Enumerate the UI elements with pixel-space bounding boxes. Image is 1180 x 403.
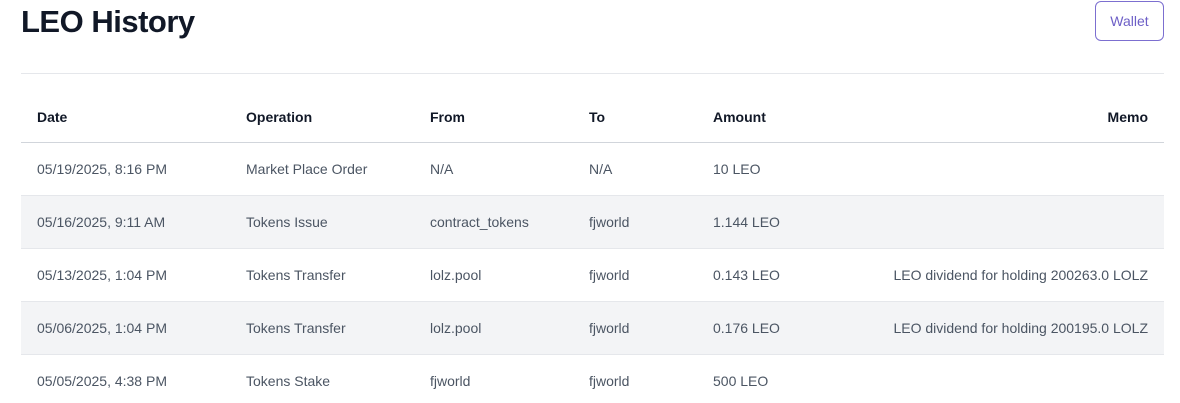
table-row[interactable]: 05/19/2025, 8:16 PM Market Place Order N… [21,142,1164,196]
table-row[interactable]: 05/05/2025, 4:38 PM Tokens Stake fjworld… [21,354,1164,403]
page-title: LEO History [21,4,195,39]
table-row[interactable]: 05/06/2025, 1:04 PM Tokens Transfer lolz… [21,301,1164,355]
cell-amount: 0.176 LEO [697,301,857,355]
cell-memo [857,142,1164,196]
cell-operation: Tokens Issue [230,195,414,249]
table-row[interactable]: 05/13/2025, 1:04 PM Tokens Transfer lolz… [21,248,1164,302]
cell-operation: Tokens Transfer [230,248,414,302]
cell-operation: Tokens Transfer [230,301,414,355]
cell-memo: LEO dividend for holding 200263.0 LOLZ [857,248,1164,302]
cell-memo: LEO dividend for holding 200195.0 LOLZ [857,301,1164,355]
cell-memo [857,354,1164,403]
cell-to: N/A [573,142,697,196]
cell-to: fjworld [573,354,697,403]
column-header-to[interactable]: To [573,92,697,143]
table-row[interactable]: 05/16/2025, 9:11 AM Tokens Issue contrac… [21,195,1164,249]
cell-operation: Tokens Stake [230,354,414,403]
table-header-row: Date Operation From To Amount Memo [21,92,1164,143]
cell-date: 05/05/2025, 4:38 PM [21,354,230,403]
cell-from: lolz.pool [414,301,573,355]
leo-history-page: LEO History Wallet Date Operation From T… [0,0,1180,403]
column-header-operation[interactable]: Operation [230,92,414,143]
cell-from: contract_tokens [414,195,573,249]
cell-amount: 0.143 LEO [697,248,857,302]
cell-to: fjworld [573,301,697,355]
cell-from: fjworld [414,354,573,403]
column-header-amount[interactable]: Amount [697,92,857,143]
column-header-from[interactable]: From [414,92,573,143]
cell-amount: 10 LEO [697,142,857,196]
cell-date: 05/06/2025, 1:04 PM [21,301,230,355]
cell-to: fjworld [573,195,697,249]
cell-from: lolz.pool [414,248,573,302]
cell-date: 05/13/2025, 1:04 PM [21,248,230,302]
cell-date: 05/19/2025, 8:16 PM [21,142,230,196]
cell-from: N/A [414,142,573,196]
history-table: Date Operation From To Amount Memo 05/19… [21,92,1164,403]
cell-memo [857,195,1164,249]
page-header: LEO History Wallet [21,0,1164,74]
cell-operation: Market Place Order [230,142,414,196]
cell-amount: 1.144 LEO [697,195,857,249]
column-header-memo[interactable]: Memo [857,92,1164,143]
wallet-button[interactable]: Wallet [1095,1,1164,41]
column-header-date[interactable]: Date [21,92,230,143]
cell-to: fjworld [573,248,697,302]
cell-date: 05/16/2025, 9:11 AM [21,195,230,249]
cell-amount: 500 LEO [697,354,857,403]
